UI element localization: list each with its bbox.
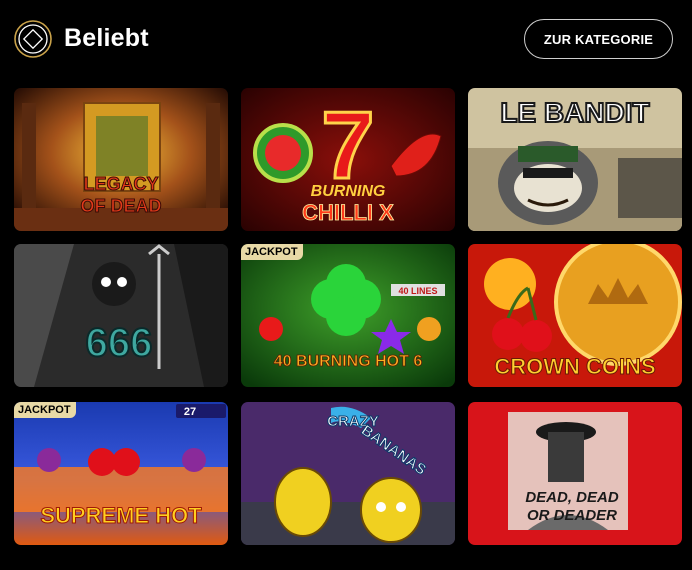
game-title-line2: OR DEADER [527,507,617,524]
game-title: SUPREME HOT [40,503,202,528]
jackpot-badge: JACKPOT [241,244,303,260]
666-thumbnail: 666 [14,244,228,387]
game-title: DEAD, DEAD [525,489,619,506]
game-title-line2: CHILLI X [302,200,394,225]
game-title: 666 [86,321,153,365]
legacy-of-dead-thumbnail: LEGACY OF DEAD [14,88,228,231]
lines-label: 27 [184,406,196,418]
game-tile-crazy-bananas[interactable]: CRAZY BANANAS [241,402,455,545]
game-tile-666[interactable]: 666 [14,244,228,387]
game-title: LEGACY [83,174,158,194]
game-title: 40 BURNING HOT 6 [274,353,423,370]
category-button[interactable]: ZUR KATEGORIE [524,19,673,59]
burning-chilli-x-thumbnail: 7 BURNING CHILLI X [241,88,455,231]
crazy-bananas-thumbnail: CRAZY BANANAS [241,402,455,545]
section-title: Beliebt [64,24,149,52]
le-bandit-thumbnail: LE BANDIT [468,88,682,231]
game-title: LE BANDIT [500,97,649,128]
supreme-hot-thumbnail: 27 SUPREME HOT [14,402,228,545]
brand-logo-icon [14,20,52,58]
dead-dead-or-deader-thumbnail: DEAD, DEAD OR DEADER [468,402,682,545]
game-tile-le-bandit[interactable]: LE BANDIT [468,88,682,231]
game-tile-40-burning-hot-6[interactable]: 40 LINES 40 BURNING HOT 6 JACKPOT [241,244,455,387]
game-title-line2: OF DEAD [81,196,162,216]
game-tile-burning-chilli-x[interactable]: 7 BURNING CHILLI X [241,88,455,231]
game-title: BURNING [311,183,386,200]
jackpot-badge: JACKPOT [14,402,76,418]
lines-label: 40 LINES [398,286,437,296]
game-tile-dead-dead-or-deader[interactable]: DEAD, DEAD OR DEADER [468,402,682,545]
game-tile-crown-coins[interactable]: CROWN COINS [468,244,682,387]
40-burning-hot-6-thumbnail: 40 LINES 40 BURNING HOT 6 [241,244,455,387]
game-tile-supreme-hot[interactable]: 27 SUPREME HOT JACKPOT [14,402,228,545]
section-header: Beliebt ZUR KATEGORIE [0,0,692,80]
game-tile-legacy-of-dead[interactable]: LEGACY OF DEAD [14,88,228,231]
game-title: CROWN COINS [494,354,655,379]
crown-coins-thumbnail: CROWN COINS [468,244,682,387]
